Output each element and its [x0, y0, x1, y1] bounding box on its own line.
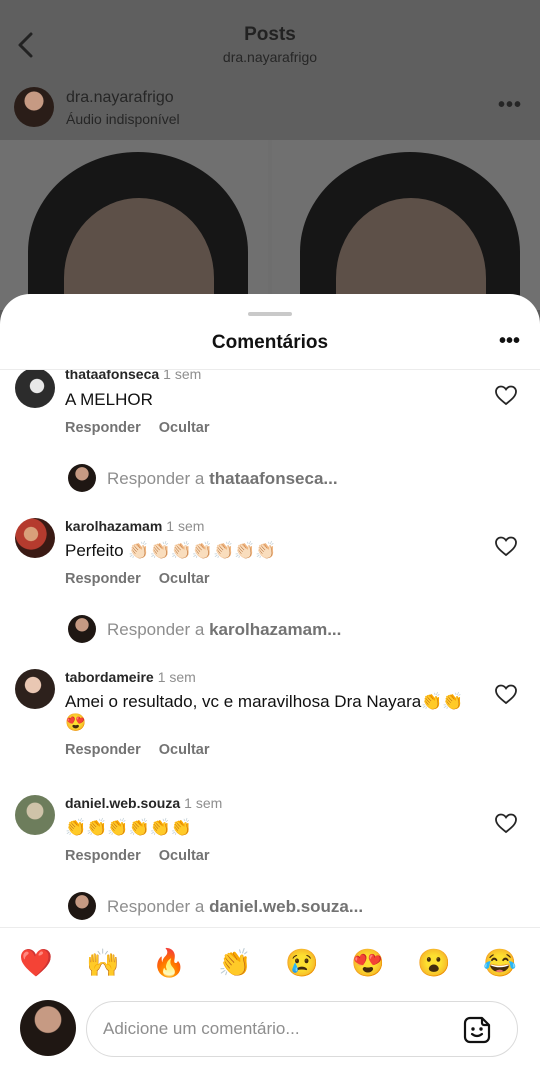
comment-actions: Responder Ocultar	[65, 742, 228, 758]
post-author-row: dra.nayarafrigo Áudio indisponível •••	[0, 80, 540, 140]
reaction-clap[interactable]: 👏	[217, 946, 253, 980]
reply-prompt-row[interactable]: Responder a karolhazamam...	[0, 615, 540, 645]
comment-text: 👏👏👏👏👏👏	[65, 818, 193, 837]
commenter-avatar[interactable]	[15, 518, 55, 558]
reaction-laughing[interactable]: 😂	[482, 946, 518, 980]
heart-outline-icon[interactable]	[494, 683, 518, 705]
reaction-heart-eyes[interactable]: 😍	[350, 946, 386, 980]
reply-button[interactable]: Responder	[65, 571, 141, 587]
top-bar: Posts dra.nayarafrigo	[0, 0, 540, 80]
reply-prompt-user: daniel.web.souza...	[209, 897, 364, 916]
hide-button[interactable]: Ocultar	[159, 848, 210, 864]
reply-button[interactable]: Responder	[65, 848, 141, 864]
comment-input-placeholder: Adicione um comentário...	[103, 1019, 300, 1038]
heart-outline-icon[interactable]	[494, 535, 518, 557]
sticker-icon[interactable]	[462, 1015, 492, 1045]
quick-reactions-bar: ❤️ 🙌 🔥 👏 😢 😍 😮 😂	[0, 946, 540, 986]
my-avatar	[20, 1000, 76, 1056]
reply-button[interactable]: Responder	[65, 420, 141, 436]
reply-prompt-user: karolhazamam...	[209, 620, 342, 639]
commenter-avatar[interactable]	[15, 669, 55, 709]
my-avatar	[68, 892, 96, 920]
reply-prompt-label: Responder a	[107, 469, 205, 488]
comment-input[interactable]: Adicione um comentário...	[86, 1001, 518, 1057]
comments-sheet: Comentários ••• thataafonseca 1 sem A MEL…	[0, 294, 540, 1080]
post-image-after	[272, 140, 540, 310]
reply-prompt-row[interactable]: Responder a thataafonseca...	[0, 464, 540, 494]
comment-meta: daniel.web.souza 1 sem	[65, 795, 222, 811]
commenter-username[interactable]: thataafonseca	[65, 370, 159, 382]
hide-button[interactable]: Ocultar	[159, 571, 210, 587]
reply-prompt[interactable]: Responder a daniel.web.souza...	[107, 897, 363, 917]
reply-prompt-label: Responder a	[107, 620, 205, 639]
comment-time: 1 sem	[184, 795, 223, 811]
comment-text: A MELHOR	[65, 390, 153, 409]
reply-prompt-label: Responder a	[107, 897, 205, 916]
heart-outline-icon[interactable]	[494, 384, 518, 406]
sheet-more-icon[interactable]: •••	[499, 330, 520, 353]
page-title: Posts	[244, 24, 296, 45]
comment-actions: Responder Ocultar	[65, 420, 228, 436]
commenter-username[interactable]: daniel.web.souza	[65, 795, 180, 811]
comment-meta: karolhazamam 1 sem	[65, 518, 204, 534]
reply-prompt-user: thataafonseca...	[209, 469, 338, 488]
commenter-avatar[interactable]	[15, 370, 55, 408]
page-subtitle: dra.nayarafrigo	[222, 49, 318, 65]
post-audio-status: Áudio indisponível	[66, 111, 180, 127]
comments-list: thataafonseca 1 sem A MELHOR Responder Ocu…	[0, 370, 540, 926]
reply-button[interactable]: Responder	[65, 742, 141, 758]
commenter-username[interactable]: karolhazamam	[65, 518, 162, 534]
reply-prompt[interactable]: Responder a karolhazamam...	[107, 620, 341, 640]
divider	[0, 927, 540, 928]
sheet-title: Comentários	[211, 332, 329, 353]
commenter-avatar[interactable]	[15, 795, 55, 835]
reaction-crying[interactable]: 😢	[284, 946, 320, 980]
my-avatar	[68, 615, 96, 643]
post-image	[0, 140, 540, 310]
comment-text: Amei o resultado, vc e maravilhosa Dra N…	[65, 692, 464, 732]
comment-meta: thataafonseca 1 sem	[65, 370, 201, 382]
my-avatar	[68, 464, 96, 492]
comment-actions: Responder Ocultar	[65, 848, 228, 864]
post-author-avatar[interactable]	[14, 87, 54, 127]
post-more-icon[interactable]: •••	[498, 94, 522, 117]
comment-time: 1 sem	[166, 518, 205, 534]
reply-prompt-row[interactable]: Responder a daniel.web.souza...	[0, 892, 540, 922]
hide-button[interactable]: Ocultar	[159, 742, 210, 758]
reaction-heart[interactable]: ❤️	[18, 946, 54, 980]
reaction-raised-hands[interactable]: 🙌	[85, 946, 121, 980]
comment-time: 1 sem	[163, 370, 202, 382]
reply-prompt[interactable]: Responder a thataafonseca...	[107, 469, 338, 489]
comment-time: 1 sem	[157, 669, 196, 685]
sheet-drag-handle[interactable]	[248, 312, 292, 316]
reaction-surprised[interactable]: 😮	[416, 946, 452, 980]
post-author-username[interactable]: dra.nayarafrigo	[66, 89, 174, 107]
hide-button[interactable]: Ocultar	[159, 420, 210, 436]
commenter-username[interactable]: tabordameire	[65, 669, 154, 685]
comment-text: Perfeito 👏🏻👏🏻👏🏻👏🏻👏🏻👏🏻👏🏻	[65, 541, 277, 560]
post-image-before	[0, 140, 268, 310]
comment-meta: tabordameire 1 sem	[65, 669, 196, 685]
reaction-fire[interactable]: 🔥	[151, 946, 187, 980]
comment-actions: Responder Ocultar	[65, 571, 228, 587]
heart-outline-icon[interactable]	[494, 812, 518, 834]
